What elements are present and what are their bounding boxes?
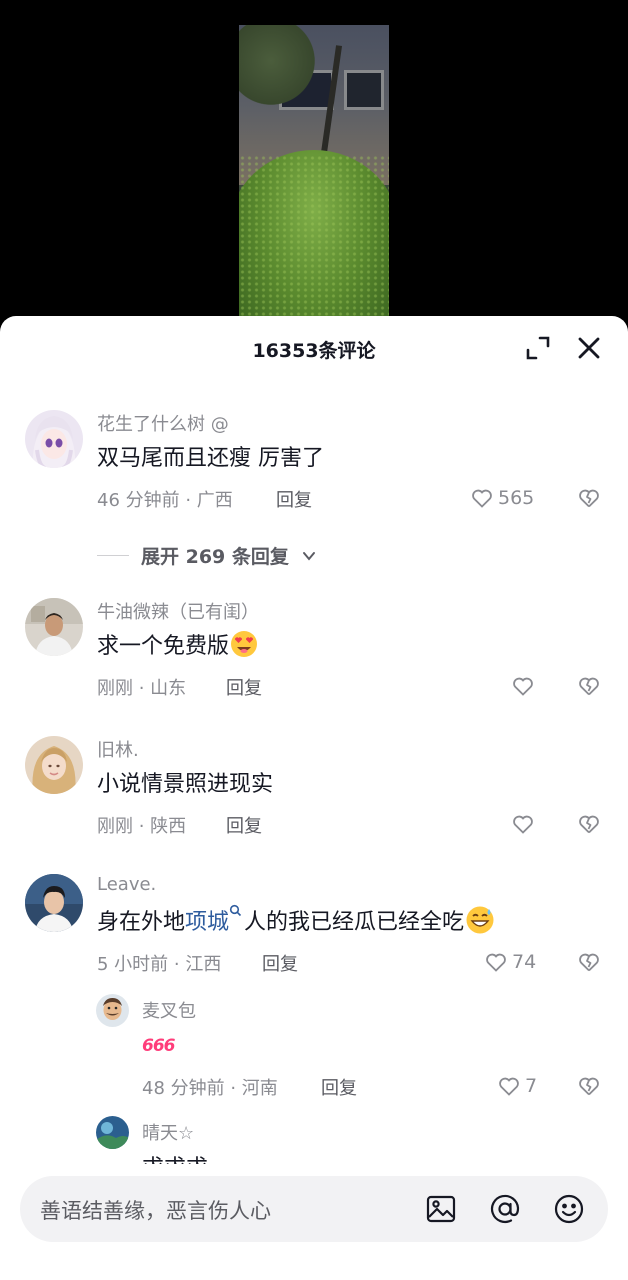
avatar[interactable] xyxy=(25,874,83,932)
like-count: 74 xyxy=(512,951,537,973)
avatar[interactable] xyxy=(96,1116,129,1149)
chevron-down-icon xyxy=(302,551,315,561)
video-player[interactable] xyxy=(0,0,628,330)
comment-item: 牛油微辣（已有闺） 求一个免费版 刚刚 · 山东 回复 xyxy=(0,598,628,708)
dislike-icon[interactable] xyxy=(577,950,601,974)
comment-text: 双马尾而且还瘦 厉害了 xyxy=(97,446,324,471)
sticker-666: 666 xyxy=(142,1036,175,1056)
comment-username[interactable]: 牛油微辣（已有闺） xyxy=(97,598,259,624)
image-icon[interactable] xyxy=(424,1192,458,1226)
comment-text-body: 人的我已经瓜已经全吃 xyxy=(244,910,465,935)
avatar[interactable] xyxy=(25,410,83,468)
comment-text-body: 求一个免费版 xyxy=(97,634,230,659)
reply-item: 晴天☆ 求求求 xyxy=(0,1116,628,1181)
close-icon[interactable] xyxy=(575,334,603,362)
comment-input[interactable]: 善语结善缘，恶言伤人心 xyxy=(20,1176,608,1242)
like-button[interactable]: 7 xyxy=(497,1074,537,1098)
video-bush-texture xyxy=(239,155,389,330)
like-button[interactable]: 565 xyxy=(470,486,534,510)
comment-username[interactable]: Leave. xyxy=(97,874,156,895)
heart-icon xyxy=(472,489,492,508)
dislike-icon[interactable] xyxy=(577,674,601,698)
expand-replies-label: 展开 269 条回复 xyxy=(141,546,289,568)
avatar[interactable] xyxy=(96,994,129,1027)
comment-text: 小说情景照进现实 xyxy=(97,772,274,797)
reply-username[interactable]: 晴天☆ xyxy=(142,1119,194,1145)
comment-text: 求一个免费版 xyxy=(97,628,259,665)
comment-text: 身在外地项城 人的我已经瓜已经全吃 xyxy=(97,904,496,942)
comment-meta: 刚刚 · 山东 xyxy=(97,678,187,699)
heart-icon xyxy=(499,1077,519,1096)
avatar[interactable] xyxy=(25,598,83,656)
emoji-icon[interactable] xyxy=(552,1192,586,1226)
like-button[interactable] xyxy=(511,812,535,836)
expand-icon[interactable] xyxy=(524,334,552,362)
sheet-header: 16353条评论 xyxy=(0,316,628,380)
comment-input-bar: 善语结善缘，恶言伤人心 xyxy=(0,1164,628,1280)
dislike-icon[interactable] xyxy=(577,812,601,836)
like-button[interactable] xyxy=(511,674,535,698)
heart-icon xyxy=(513,815,533,834)
search-icon xyxy=(229,904,242,921)
reply-button[interactable]: 回复 xyxy=(262,950,298,976)
heart-icon xyxy=(486,953,506,972)
comment-item: 花生了什么树 @ 双马尾而且还瘦 厉害了 46 分钟前 · 广西 回复 565 … xyxy=(0,410,628,570)
dislike-icon[interactable] xyxy=(577,1074,601,1098)
search-link[interactable]: 项城 xyxy=(185,910,229,935)
heart-eyes-emoji-icon xyxy=(229,629,259,665)
reply-item: 麦叉包 666 48 分钟前 · 河南 回复 7 xyxy=(0,994,628,1104)
like-count: 565 xyxy=(498,487,535,509)
reply-button[interactable]: 回复 xyxy=(321,1074,357,1100)
video-tree xyxy=(239,25,319,115)
like-count: 7 xyxy=(525,1075,538,1097)
grinning-sweat-emoji-icon xyxy=(464,904,496,942)
comment-text-body: 身在外地 xyxy=(97,910,186,935)
avatar[interactable] xyxy=(25,736,83,794)
reply-button[interactable]: 回复 xyxy=(276,486,312,512)
divider xyxy=(97,555,129,556)
comment-input-placeholder: 善语结善缘，恶言伤人心 xyxy=(40,1199,271,1223)
heart-icon xyxy=(513,677,533,696)
mention-icon[interactable] xyxy=(488,1192,522,1226)
comment-username[interactable]: 花生了什么树 @ xyxy=(97,410,229,436)
expand-replies-button[interactable]: 展开 269 条回复 xyxy=(97,542,317,569)
comment-meta: 46 分钟前 · 广西 xyxy=(97,490,233,511)
reply-username[interactable]: 麦叉包 xyxy=(142,997,196,1023)
reply-text: 666 xyxy=(142,1032,175,1057)
comment-username[interactable]: 旧林. xyxy=(97,736,139,762)
comment-item: Leave. 身在外地项城 人的我已经瓜已经全吃 5 小时前 · 江西 回复 74 xyxy=(0,874,628,984)
video-frame xyxy=(239,25,389,330)
comment-item: 旧林. 小说情景照进现实 刚刚 · 陕西 回复 xyxy=(0,736,628,846)
comment-meta: 刚刚 · 陕西 xyxy=(97,816,187,837)
like-button[interactable]: 74 xyxy=(484,950,536,974)
reply-button[interactable]: 回复 xyxy=(226,812,262,838)
video-window xyxy=(344,70,384,110)
comment-sheet: 16353条评论 花生了什么树 @ 双马尾而且还瘦 厉害了 46 分钟前 · 广… xyxy=(0,316,628,1280)
dislike-icon[interactable] xyxy=(577,486,601,510)
reply-meta: 48 分钟前 · 河南 xyxy=(142,1078,278,1099)
reply-button[interactable]: 回复 xyxy=(226,674,262,700)
comment-meta: 5 小时前 · 江西 xyxy=(97,954,222,975)
